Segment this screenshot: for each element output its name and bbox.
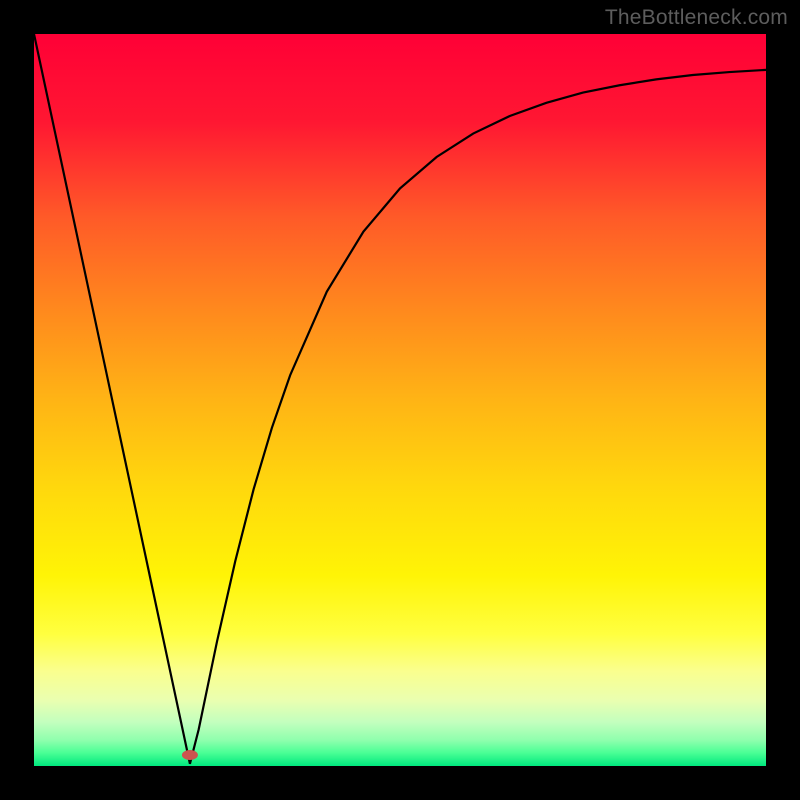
plot-area (34, 34, 766, 766)
optimum-marker (182, 750, 198, 760)
curve-layer (34, 34, 766, 766)
watermark-text: TheBottleneck.com (605, 6, 788, 30)
chart-frame: TheBottleneck.com (0, 0, 800, 800)
bottleneck-curve (34, 34, 766, 764)
